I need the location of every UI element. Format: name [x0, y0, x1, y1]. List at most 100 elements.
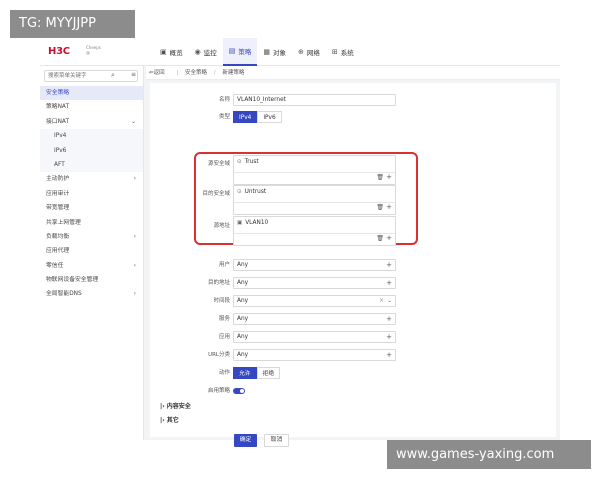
- add-icon[interactable]: +: [386, 278, 392, 288]
- cancel-button[interactable]: 取消: [264, 434, 289, 447]
- zone-icon: ⊙: [237, 159, 242, 165]
- network-icon: ⊕: [297, 48, 304, 56]
- nav-object[interactable]: ▦ 对象: [257, 38, 292, 66]
- logo-subtitle: Cheeps @: [86, 45, 101, 55]
- user-label: 用户: [218, 262, 230, 268]
- sidebar-item-shared-internet[interactable]: 共享上网管理: [40, 216, 143, 230]
- trash-icon[interactable]: 🗑: [376, 235, 384, 242]
- dst-zone-text: Untrust: [244, 189, 267, 195]
- sidebar-item-security-policy[interactable]: 安全策略: [40, 86, 143, 101]
- add-icon[interactable]: +: [386, 350, 392, 360]
- add-icon[interactable]: +: [386, 332, 392, 342]
- chevron-right-icon: ›: [133, 175, 136, 183]
- nav-label: 对象: [272, 49, 286, 57]
- sidebar-item-app-proxy[interactable]: 应用代理: [40, 244, 143, 258]
- action-deny-button[interactable]: 拒绝: [256, 367, 281, 379]
- sidebar-item-bandwidth[interactable]: 带宽管理: [40, 201, 143, 215]
- menu-search-input[interactable]: [44, 70, 138, 82]
- add-icon[interactable]: +: [386, 203, 392, 211]
- nav-label: 策略: [238, 48, 252, 56]
- watermark-top: TG: MYYJJPP: [10, 10, 135, 38]
- sidebar-item-ipv6[interactable]: IPv6: [40, 143, 143, 158]
- chevron-down-icon: ⌄: [130, 117, 136, 125]
- sidebar-item-policy-nat[interactable]: 策略NAT: [40, 100, 143, 114]
- section-label: 内容安全: [166, 403, 191, 410]
- add-icon[interactable]: +: [386, 314, 392, 324]
- section-marker: |›: [160, 417, 165, 424]
- nav-monitor[interactable]: ◉ 监控: [189, 38, 223, 66]
- time-select[interactable]: Any × ⌄: [233, 295, 396, 307]
- trash-icon[interactable]: 🗑: [376, 204, 384, 211]
- app-input[interactable]: Any +: [233, 331, 396, 343]
- section-other[interactable]: |› 其它: [160, 415, 179, 424]
- enable-label: 启用策略: [207, 388, 230, 394]
- trash-icon[interactable]: 🗑: [376, 174, 384, 181]
- dst-zone-label: 目的安全域: [202, 191, 230, 197]
- h3c-logo: H3C: [48, 46, 70, 57]
- zone-icon: ⊙: [237, 189, 242, 195]
- nav-policy[interactable]: ▤ 策略: [222, 38, 258, 66]
- sidebar-item-label: 物联网设备安全管理: [46, 277, 99, 284]
- user-row: 用户 Any +: [150, 259, 556, 271]
- add-icon[interactable]: +: [386, 260, 392, 270]
- dashboard-icon: ▣: [160, 48, 167, 56]
- type-row: 类型 IPv4 IPv6: [150, 111, 556, 123]
- sidebar-item-iot-security[interactable]: 物联网设备安全管理: [40, 273, 143, 287]
- policy-icon: ▤: [228, 47, 236, 55]
- sidebar-item-active-defense[interactable]: 主动防护 ›: [40, 172, 143, 186]
- sidebar-item-aft[interactable]: AFT: [40, 157, 143, 173]
- sidebar-item-app-audit[interactable]: 应用审计: [40, 187, 143, 201]
- breadcrumb-separator: /: [213, 70, 216, 76]
- nav-label: 概览: [169, 49, 183, 57]
- section-label: 其它: [166, 417, 179, 424]
- enable-switch[interactable]: [233, 388, 245, 394]
- action-label: 动作: [218, 370, 230, 376]
- src-zone-field[interactable]: ⊙ Trust 🗑 +: [233, 155, 396, 185]
- user-input[interactable]: Any +: [233, 259, 396, 271]
- sidebar-item-interface-nat[interactable]: 接口NAT ⌄: [40, 115, 143, 129]
- sidebar: ⌕ ≡ 安全策略 策略NAT 接口NAT ⌄ IPv4 IPv6 AFT 主动防护…: [40, 66, 144, 440]
- src-zone-label: 源安全域: [207, 161, 230, 167]
- main-area: ⇐返回 | 安全策略 / 新建策略 名称 VLAN10_Internet 类型 …: [146, 66, 560, 447]
- sidebar-item-label: 主动防护: [46, 176, 70, 183]
- sidebar-item-ipv4[interactable]: IPv4: [40, 129, 143, 144]
- src-addr-field[interactable]: ▣ VLAN10 🗑 +: [233, 216, 396, 246]
- sidebar-item-zero-trust[interactable]: 零信任 ›: [40, 259, 143, 273]
- back-link[interactable]: ⇐返回: [149, 70, 170, 76]
- sidebar-item-label: IPv6: [54, 147, 67, 154]
- collapse-sidebar-icon[interactable]: ≡: [131, 71, 136, 78]
- monitor-icon: ◉: [194, 48, 201, 56]
- action-toggle: 允许 拒绝: [233, 367, 281, 379]
- action-permit-button[interactable]: 允许: [233, 367, 257, 379]
- type-ipv4-button[interactable]: IPv4: [233, 111, 258, 123]
- dst-addr-label: 目的地址: [207, 280, 230, 286]
- time-value: Any: [237, 298, 249, 304]
- sidebar-item-load-balance[interactable]: 负载均衡 ›: [40, 230, 143, 244]
- time-label: 时间段: [213, 298, 230, 304]
- dst-zone-field[interactable]: ⊙ Untrust 🗑 +: [233, 185, 396, 215]
- nav-system[interactable]: ⊞ 系统: [326, 38, 360, 66]
- search-icon[interactable]: ⌕: [111, 71, 115, 80]
- clear-icon[interactable]: ×: [379, 296, 384, 306]
- sidebar-item-global-dns[interactable]: 全局智能DNS ›: [40, 287, 143, 301]
- nav-network[interactable]: ⊕ 网络: [292, 38, 326, 66]
- nav-overview[interactable]: ▣ 概览: [154, 38, 189, 66]
- section-marker: |›: [160, 403, 165, 410]
- breadcrumb-parent[interactable]: 安全策略: [185, 70, 207, 76]
- sidebar-item-label: 共享上网管理: [46, 219, 81, 226]
- url-input[interactable]: Any +: [233, 349, 396, 361]
- ok-button[interactable]: 确定: [234, 434, 257, 447]
- service-input[interactable]: Any +: [233, 313, 396, 325]
- section-content-security[interactable]: |› 内容安全: [160, 401, 191, 410]
- dst-addr-input[interactable]: Any +: [233, 277, 396, 289]
- watermark-bottom: www.games-yaxing.com: [387, 440, 591, 469]
- name-label: 名称: [218, 97, 230, 103]
- add-icon[interactable]: +: [386, 173, 392, 181]
- type-toggle: IPv4 IPv6: [233, 111, 282, 123]
- add-icon[interactable]: +: [386, 234, 392, 242]
- type-ipv6-button[interactable]: IPv6: [257, 111, 282, 123]
- nav-label: 监控: [203, 49, 217, 57]
- name-input[interactable]: VLAN10_Internet: [233, 94, 396, 106]
- chevron-down-icon[interactable]: ⌄: [387, 296, 392, 306]
- nav-label: 系统: [340, 49, 354, 57]
